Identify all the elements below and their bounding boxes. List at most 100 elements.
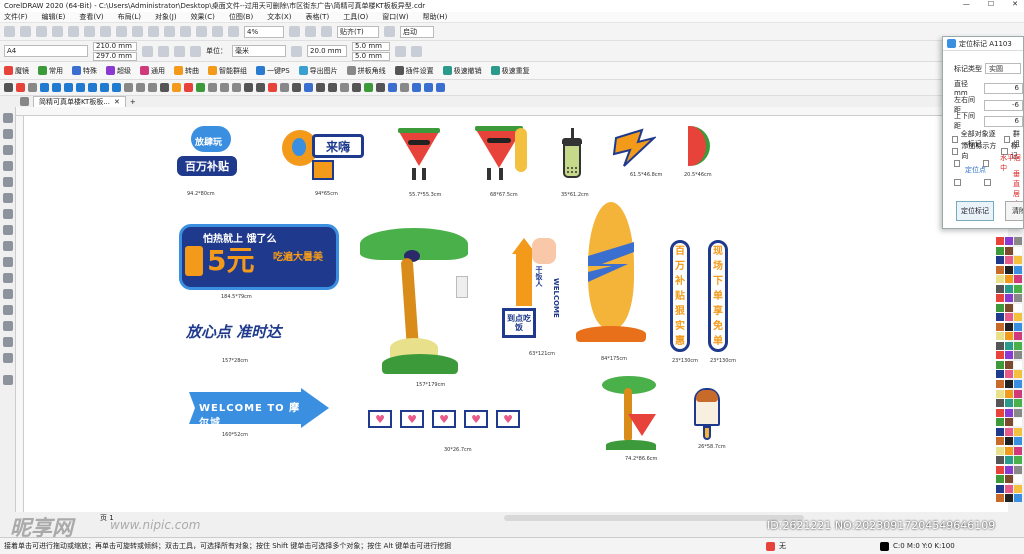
- target-icon[interactable]: [400, 83, 409, 92]
- digit-2-icon[interactable]: [64, 83, 73, 92]
- crosshair-icon[interactable]: [148, 83, 157, 92]
- color-palette[interactable]: [994, 235, 1024, 505]
- palette-swatch[interactable]: [1005, 313, 1013, 322]
- palette-swatch[interactable]: [1014, 399, 1022, 408]
- nudge-field[interactable]: 20.0 mm: [307, 45, 347, 57]
- portrait-icon[interactable]: [142, 45, 153, 57]
- connector-tool-icon[interactable]: [3, 289, 13, 299]
- palette-swatch[interactable]: [1005, 484, 1013, 493]
- outline-icon[interactable]: [292, 83, 301, 92]
- lr-spacing-field[interactable]: -6: [984, 99, 1023, 111]
- artwork-bubble-tea[interactable]: [560, 128, 584, 180]
- menu-view[interactable]: 查看(V): [79, 12, 103, 22]
- snap-to-dropdown[interactable]: 贴齐(T): [337, 25, 379, 38]
- palette-swatch[interactable]: [996, 399, 1004, 408]
- artwork-welcome-arrow[interactable]: WELCOME TO 摩尔城: [189, 388, 329, 429]
- print-icon[interactable]: [84, 26, 95, 37]
- palette-swatch[interactable]: [1014, 408, 1022, 417]
- split-icon[interactable]: [244, 83, 253, 92]
- palette-swatch[interactable]: [1005, 418, 1013, 427]
- palette-swatch[interactable]: [1005, 303, 1013, 312]
- palette-swatch[interactable]: [996, 370, 1004, 379]
- page-size-dropdown[interactable]: A4: [4, 45, 88, 57]
- palette-swatch[interactable]: [996, 475, 1004, 484]
- artwork-palm-watermelon[interactable]: [598, 376, 664, 452]
- palette-swatch[interactable]: [1014, 370, 1022, 379]
- palette-swatch[interactable]: [996, 246, 1004, 255]
- palette-swatch[interactable]: [1014, 246, 1022, 255]
- cloud-shape-icon[interactable]: [364, 83, 373, 92]
- palette-swatch[interactable]: [996, 446, 1004, 455]
- duplicate-y-field[interactable]: 5.0 mm: [352, 51, 390, 61]
- layers-icon[interactable]: [220, 83, 229, 92]
- artwork-popsicle[interactable]: [694, 388, 720, 442]
- grid-icon[interactable]: [321, 26, 332, 37]
- plugin-settings[interactable]: 插件设置: [394, 66, 434, 76]
- artwork-vertical-subsidy[interactable]: 百万补贴狠实惠: [670, 240, 690, 352]
- maximize-button[interactable]: ☐: [988, 0, 994, 8]
- palette-swatch[interactable]: [996, 313, 1004, 322]
- plugin-super[interactable]: 超级: [106, 66, 131, 76]
- palette-swatch[interactable]: [1014, 379, 1022, 388]
- launch-dropdown[interactable]: 启动: [400, 25, 434, 38]
- artwork-vertical-free-order[interactable]: 现场下单享免单: [708, 240, 728, 352]
- paste-icon[interactable]: [132, 26, 143, 37]
- plugin-imposition-marks[interactable]: 拼板角线: [346, 66, 386, 76]
- square-icon[interactable]: [208, 83, 217, 92]
- position-mark-button[interactable]: 定位标记: [956, 201, 994, 221]
- add-page-icon[interactable]: [411, 45, 422, 57]
- search-icon[interactable]: [180, 26, 191, 37]
- clear-button[interactable]: 清除: [1005, 201, 1023, 221]
- freehand-tool-icon[interactable]: [3, 177, 13, 187]
- palette-swatch[interactable]: [1005, 351, 1013, 360]
- palette-swatch[interactable]: [996, 484, 1004, 493]
- parallel-dimension-icon[interactable]: [3, 273, 13, 283]
- artwork-on-time-delivery[interactable]: 放心点 准时达: [186, 321, 326, 343]
- palette-swatch[interactable]: [1014, 418, 1022, 427]
- menu-bitmaps[interactable]: 位图(B): [229, 12, 253, 22]
- distribute-icon[interactable]: [136, 83, 145, 92]
- copy-icon[interactable]: [116, 26, 127, 37]
- plugin-smart-group[interactable]: 智能群组: [208, 66, 247, 76]
- menu-help[interactable]: 帮助(H): [423, 12, 448, 22]
- tab-close-icon[interactable]: ✕: [114, 98, 120, 106]
- import-icon[interactable]: [196, 26, 207, 37]
- align-icon[interactable]: [124, 83, 133, 92]
- palette-swatch[interactable]: [1005, 265, 1013, 274]
- horizontal-scrollbar[interactable]: [503, 515, 804, 521]
- copy-page-icon[interactable]: [232, 83, 241, 92]
- redo-icon[interactable]: [164, 26, 175, 37]
- cloud-upload-icon[interactable]: [68, 26, 79, 37]
- menu-tools[interactable]: 工具(O): [343, 12, 368, 22]
- palette-swatch[interactable]: [1005, 456, 1013, 465]
- rectangle-tool-icon[interactable]: [3, 209, 13, 219]
- palette-swatch[interactable]: [996, 427, 1004, 436]
- palette-swatch[interactable]: [1014, 389, 1022, 398]
- palette-swatch[interactable]: [1014, 494, 1022, 503]
- digit-3-icon[interactable]: [76, 83, 85, 92]
- plugin-fast-undo[interactable]: 极速撤销: [442, 66, 482, 76]
- artwork-palm-tree[interactable]: [354, 228, 474, 380]
- drawing-canvas[interactable]: 放肆玩 百万补贴 94.2*80cm 来嗨 94*65cm 55.7*55.3c…: [24, 116, 1008, 512]
- palette-swatch[interactable]: [996, 332, 1004, 341]
- palette-swatch[interactable]: [996, 437, 1004, 446]
- close-button[interactable]: ✕: [1012, 0, 1018, 8]
- document-tab[interactable]: 简精可真单楼KT板板... ✕: [33, 96, 126, 107]
- palette-swatch[interactable]: [996, 456, 1004, 465]
- palette-swatch[interactable]: [996, 303, 1004, 312]
- shape-tool-icon[interactable]: [3, 129, 13, 139]
- eyedropper-tool-icon[interactable]: [3, 337, 13, 347]
- plugin-common[interactable]: 常用: [38, 66, 63, 76]
- palette-swatch[interactable]: [996, 265, 1004, 274]
- palette-swatch[interactable]: [1014, 284, 1022, 293]
- palette-swatch[interactable]: [996, 275, 1004, 284]
- transparency-tool-icon[interactable]: [3, 321, 13, 331]
- cut-icon[interactable]: [100, 26, 111, 37]
- mark-type-dropdown[interactable]: 实圆: [985, 63, 1021, 74]
- page-border-icon[interactable]: [395, 45, 406, 57]
- plugin-one-click-ps[interactable]: 一键PS: [256, 66, 290, 76]
- hook-icon[interactable]: [304, 83, 313, 92]
- diameter-field[interactable]: 6: [983, 82, 1023, 94]
- palette-swatch[interactable]: [1005, 360, 1013, 369]
- page-width-field[interactable]: 210.0 mm: [93, 41, 137, 51]
